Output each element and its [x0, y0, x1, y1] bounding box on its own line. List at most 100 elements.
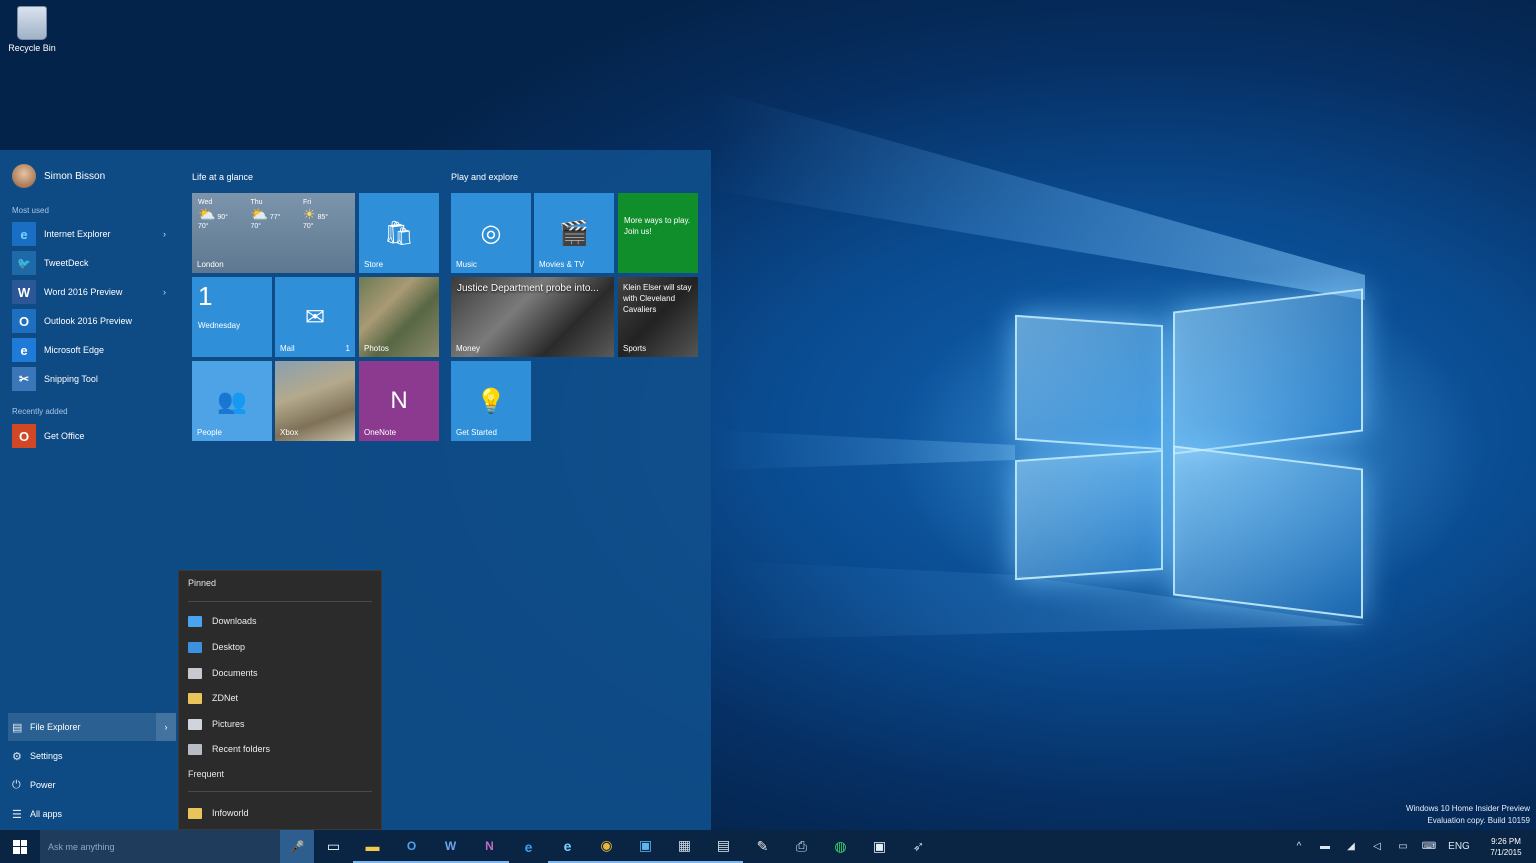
tile-xbox[interactable]: Xbox: [275, 361, 355, 441]
recycle-bin-icon: [17, 6, 47, 40]
app-snipping-tool[interactable]: ✂ Snipping Tool: [12, 366, 172, 392]
microphone-icon[interactable]: 🎤: [280, 830, 314, 863]
app-word[interactable]: W Word 2016 Preview ›: [12, 279, 172, 305]
chevron-right-icon[interactable]: ›: [163, 229, 166, 239]
twitter-icon: 🐦: [12, 251, 36, 275]
power-label: Power: [30, 780, 56, 790]
tile-label: Get Started: [456, 428, 497, 437]
evaluation-watermark: Windows 10 Home Insider Preview Evaluati…: [1406, 803, 1530, 827]
all-apps-button[interactable]: ☰ All apps: [8, 800, 176, 828]
taskbar: Ask me anything 🎤 ▭ ▬ O W N e e ◉ ▣ ▦ ▤ …: [0, 830, 1536, 863]
photos-icon[interactable]: ▦: [665, 830, 704, 863]
clock[interactable]: 9:26 PM 7/1/2015: [1476, 836, 1536, 858]
app-tweetdeck[interactable]: 🐦 TweetDeck: [12, 250, 172, 276]
tile-onenote[interactable]: N OneNote: [359, 361, 439, 441]
avatar: [12, 164, 36, 188]
chevron-right-icon[interactable]: ›: [163, 287, 166, 297]
twitter-icon[interactable]: ▣: [626, 830, 665, 863]
weather-day: Thu ⛅ 77° 70°: [251, 199, 297, 230]
chrome-icon[interactable]: ◉: [587, 830, 626, 863]
mail-unread-count: 1: [345, 344, 350, 353]
jump-item-zdnet[interactable]: ZDNet: [188, 686, 374, 710]
recent-folders-icon: [188, 743, 202, 755]
tile-label: Mail: [280, 344, 295, 353]
store-icon: 🛍: [383, 220, 415, 247]
start-button[interactable]: [0, 830, 40, 863]
weather-high: 85°: [317, 214, 329, 221]
chevron-right-icon[interactable]: ›: [156, 713, 176, 741]
file-explorer-button[interactable]: ▤ File Explorer ›: [8, 713, 176, 741]
calendar-date: 1: [198, 281, 213, 311]
battery-icon[interactable]: ▬: [1312, 841, 1338, 852]
app-outlook[interactable]: O Outlook 2016 Preview: [12, 308, 172, 334]
folder-icon: [188, 807, 202, 819]
tile-mail[interactable]: ✉ Mail 1: [275, 277, 355, 357]
jump-item-recent-folders[interactable]: Recent folders: [188, 737, 374, 761]
recycle-bin[interactable]: Recycle Bin: [6, 6, 58, 53]
app-get-office[interactable]: O Get Office: [12, 423, 172, 449]
keyboard-icon[interactable]: ⌨: [1416, 841, 1442, 852]
store-icon[interactable]: ▣: [860, 830, 899, 863]
jump-item-downloads[interactable]: Downloads: [188, 609, 374, 633]
internet-explorer-icon[interactable]: e: [548, 830, 587, 863]
recycle-bin-label: Recycle Bin: [8, 43, 56, 53]
task-view-icon[interactable]: ▭: [314, 830, 353, 863]
group-title-life: Life at a glance: [192, 172, 254, 182]
tile-sports[interactable]: Klein Elser will stay with Cleveland Cav…: [618, 277, 698, 357]
lightbulb-icon: 💡: [476, 388, 506, 415]
jump-list-pinned-header: Pinned: [188, 578, 217, 588]
tile-get-started[interactable]: 💡 Get Started: [451, 361, 531, 441]
jump-item-label: Downloads: [212, 616, 257, 626]
tile-store[interactable]: 🛍 Store: [359, 193, 439, 273]
jump-item-label: ZDNet: [212, 693, 239, 703]
volume-icon[interactable]: ◁: [1364, 841, 1390, 852]
printer-icon[interactable]: ⎙: [782, 830, 821, 863]
notepad-icon[interactable]: ▤: [704, 830, 743, 863]
settings-button[interactable]: ⚙ Settings: [8, 742, 176, 770]
jump-item-pictures[interactable]: Pictures: [188, 712, 374, 736]
tile-calendar[interactable]: 1 Wednesday: [192, 277, 272, 357]
word-icon[interactable]: W: [431, 830, 470, 863]
user-name: Simon Bisson: [44, 170, 106, 182]
app-edge[interactable]: e Microsoft Edge: [12, 337, 172, 363]
onenote-icon[interactable]: N: [470, 830, 509, 863]
search-placeholder: Ask me anything: [48, 841, 115, 852]
tile-music[interactable]: ◎ Music: [451, 193, 531, 273]
tile-photos[interactable]: Photos: [359, 277, 439, 357]
weather-day-name: Thu: [250, 199, 263, 206]
user-account[interactable]: Simon Bisson: [12, 164, 105, 188]
clock-date: 7/1/2015: [1490, 847, 1522, 857]
promo-text: More ways to play. Join us!: [624, 216, 691, 236]
spotify-icon[interactable]: ◍: [821, 830, 860, 863]
app-label: TweetDeck: [44, 258, 89, 268]
jump-item-infoworld[interactable]: Infoworld: [188, 801, 374, 825]
weather-low: 70°: [250, 223, 262, 230]
tile-movies[interactable]: 🎬 Movies & TV: [534, 193, 614, 273]
tile-weather[interactable]: Wed ⛅ 90° 70° Thu ⛅ 77° 70° Fri ☀ 85° 70…: [192, 193, 355, 273]
clock-time: 9:26 PM: [1491, 836, 1521, 846]
bird-icon[interactable]: ➶: [899, 830, 938, 863]
edge-icon[interactable]: e: [509, 830, 548, 863]
weather-day: Wed ⛅ 90° 70°: [198, 199, 244, 230]
power-button[interactable]: ⏻ Power: [8, 771, 176, 799]
wifi-icon[interactable]: ◢: [1338, 841, 1364, 852]
outlook-icon[interactable]: O: [392, 830, 431, 863]
notification-icon[interactable]: ▭: [1390, 841, 1416, 852]
file-explorer-icon[interactable]: ▬: [353, 830, 392, 863]
file-explorer-jump-list: Pinned Downloads Desktop Documents ZDNet…: [178, 570, 382, 830]
tile-people[interactable]: 👥 People: [192, 361, 272, 441]
tile-money[interactable]: Justice Department probe into... Money: [451, 277, 614, 357]
settings-label: Settings: [30, 751, 63, 761]
jump-item-documents[interactable]: Documents: [188, 661, 374, 685]
paint-icon[interactable]: ✎: [743, 830, 782, 863]
app-label: Microsoft Edge: [44, 345, 105, 355]
weather-day-name: Wed: [198, 199, 213, 206]
language-indicator[interactable]: ENG: [1442, 841, 1476, 852]
system-tray: ^ ▬ ◢ ◁ ▭ ⌨ ENG 9:26 PM 7/1/2015: [1286, 830, 1536, 863]
tile-xbox-promo[interactable]: More ways to play. Join us!: [618, 193, 698, 273]
chevron-up-icon[interactable]: ^: [1286, 841, 1312, 852]
jump-item-desktop[interactable]: Desktop: [188, 635, 374, 659]
search-box[interactable]: Ask me anything: [40, 830, 280, 863]
gear-icon: ⚙: [12, 750, 22, 763]
app-internet-explorer[interactable]: e Internet Explorer ›: [12, 221, 172, 247]
